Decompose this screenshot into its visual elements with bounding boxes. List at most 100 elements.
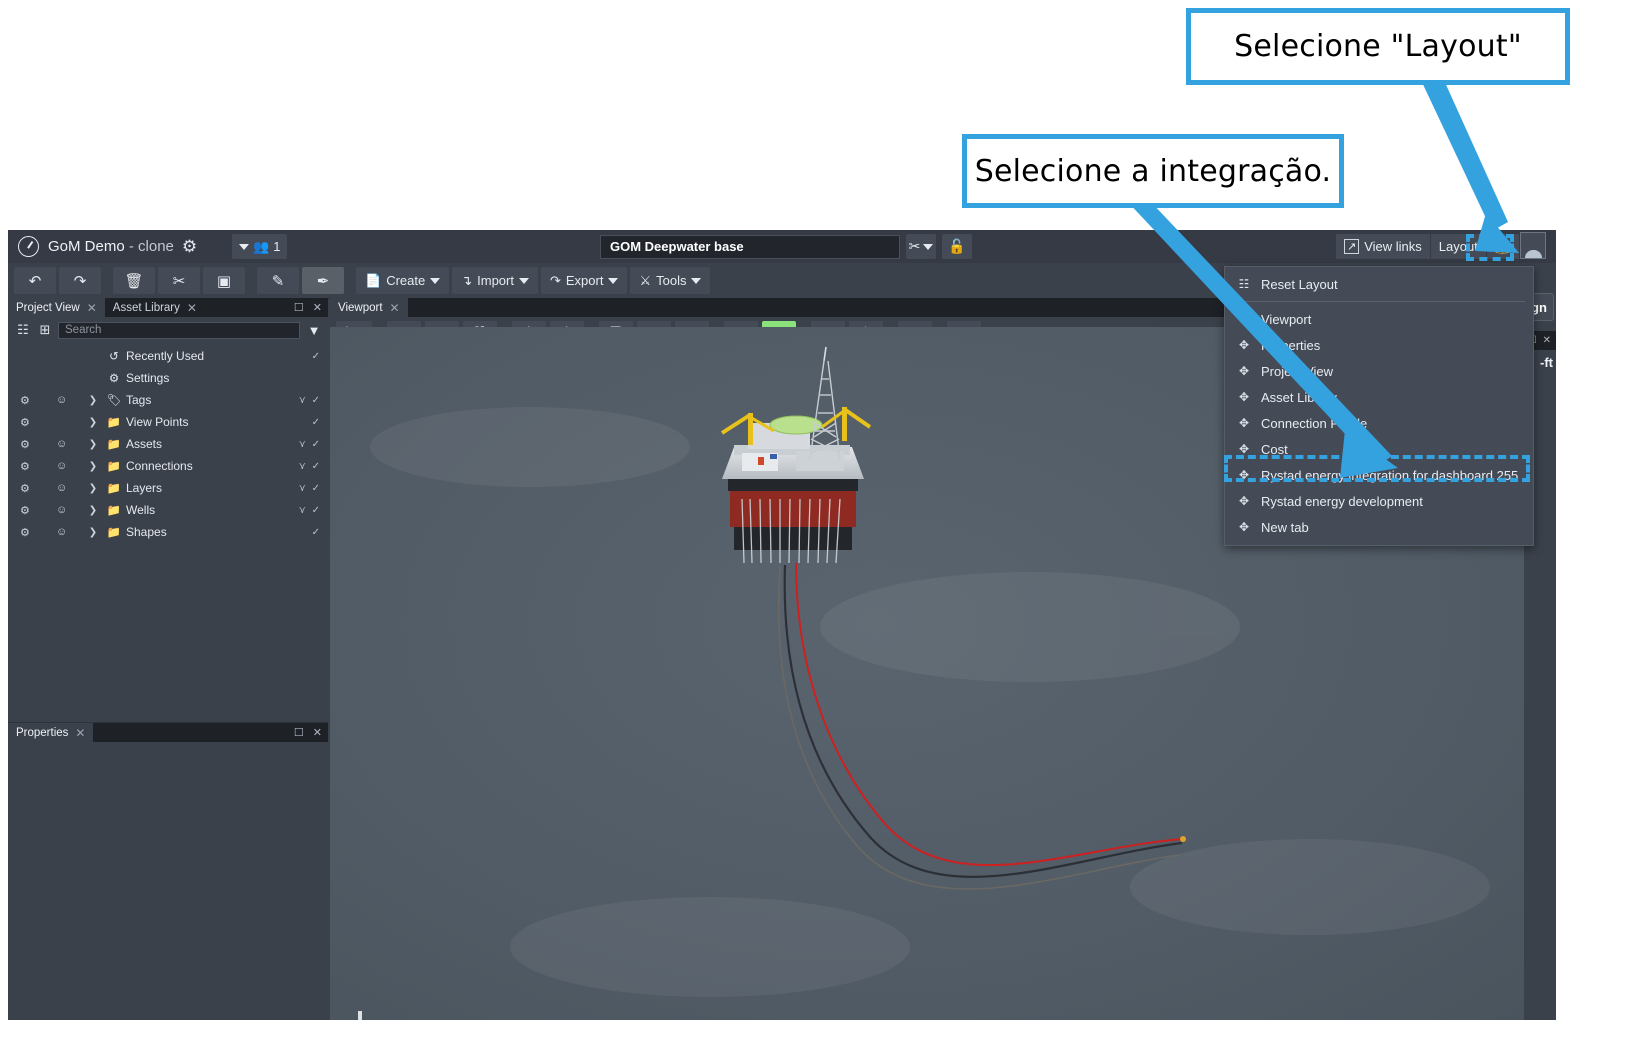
user-visibility-icon[interactable]: ☺: [56, 460, 67, 472]
frame-button[interactable]: ▣: [203, 267, 245, 294]
globe-visibility-icon[interactable]: ⚙: [20, 416, 30, 429]
visibility-check-icon[interactable]: ✓: [312, 461, 320, 472]
titlebar-right-group: ↗ View links Layout 🔔: [1335, 232, 1546, 259]
close-icon[interactable]: ✕: [313, 301, 322, 314]
move-handle-icon: ✥: [1238, 494, 1250, 508]
tab-viewport[interactable]: Viewport ✕: [330, 298, 408, 317]
avatar[interactable]: [1520, 232, 1546, 259]
tree-item-layers[interactable]: ⚙ ☺ ❯ 📁 Layers ⋎ ✓: [8, 477, 328, 499]
tab-asset-library[interactable]: Asset Library ✕: [104, 298, 205, 317]
visibility-check-icon[interactable]: ✓: [312, 483, 320, 494]
people-icon: 👥: [253, 238, 270, 254]
tree-item-tags[interactable]: ⚙ ☺ ❯ 🏷 Tags ⋎ ✓: [8, 389, 328, 411]
expand-all-icon[interactable]: ⋎: [299, 439, 306, 450]
project-tools-button[interactable]: ✂: [906, 234, 936, 259]
menu-item-asset-library[interactable]: ✥ Asset Library: [1225, 384, 1533, 410]
globe-visibility-icon[interactable]: ⚙: [20, 526, 30, 539]
import-button[interactable]: ↴ Import: [452, 267, 538, 294]
tree-item-assets[interactable]: ⚙ ☺ ❯ 📁 Assets ⋎ ✓: [8, 433, 328, 455]
pick-button[interactable]: ✒: [302, 267, 344, 294]
export-label: Export: [565, 273, 604, 288]
compass-logo-icon: [18, 236, 39, 257]
visibility-check-icon[interactable]: ✓: [312, 417, 320, 428]
gear-icon[interactable]: ⚙: [182, 238, 197, 255]
close-icon[interactable]: ✕: [390, 301, 400, 315]
visibility-check-icon[interactable]: ✓: [312, 439, 320, 450]
visibility-check-icon[interactable]: ✓: [312, 351, 320, 362]
redo-button[interactable]: ↷: [59, 267, 101, 294]
chevron-right-icon[interactable]: ❯: [82, 505, 104, 516]
menu-separator: [1233, 301, 1525, 302]
visibility-check-icon[interactable]: ✓: [312, 395, 320, 406]
visibility-check-icon[interactable]: ✓: [312, 505, 320, 516]
menu-item-connection-profile[interactable]: ✥ Connection Profile: [1225, 410, 1533, 436]
chevron-right-icon[interactable]: ❯: [82, 417, 104, 428]
tree-item-settings[interactable]: ⚙ Settings: [8, 367, 328, 389]
add-folder-icon[interactable]: ⊞: [36, 322, 54, 339]
undo-button[interactable]: ↶: [14, 267, 56, 294]
callout-select-layout: Selecione "Layout": [1186, 8, 1570, 85]
tree-item-recently-used[interactable]: ↺ Recently Used ✓: [8, 345, 328, 367]
close-icon[interactable]: ✕: [75, 726, 85, 740]
close-icon[interactable]: ✕: [1543, 335, 1551, 346]
highlight-box-layout-button: [1466, 234, 1514, 261]
cut-button[interactable]: ✂: [158, 267, 200, 294]
collaborators-button[interactable]: 👥 1: [232, 234, 288, 259]
lock-icon: 🔓: [948, 238, 966, 254]
search-input[interactable]: Search: [58, 321, 300, 339]
tools-menu-button[interactable]: ⚔ Tools: [630, 267, 711, 294]
export-button[interactable]: ↷ Export: [540, 267, 628, 294]
globe-visibility-icon[interactable]: ⚙: [20, 394, 30, 407]
globe-visibility-icon[interactable]: ⚙: [20, 460, 30, 473]
menu-item-properties[interactable]: ✥ Properties: [1225, 332, 1533, 358]
menu-item-project-view[interactable]: ✥ Project View: [1225, 358, 1533, 384]
view-links-button[interactable]: ↗ View links: [1335, 234, 1430, 259]
menu-item-reset-layout[interactable]: ☷ Reset Layout: [1225, 271, 1533, 297]
globe-visibility-icon[interactable]: ⚙: [20, 482, 30, 495]
tree-item-wells[interactable]: ⚙ ☺ ❯ 📁 Wells ⋎ ✓: [8, 499, 328, 521]
user-visibility-icon[interactable]: ☺: [56, 504, 67, 516]
tools-label: Tools: [656, 273, 687, 288]
create-button[interactable]: 📄 Create: [356, 267, 450, 294]
visibility-check-icon[interactable]: ✓: [312, 527, 320, 538]
user-visibility-icon[interactable]: ☺: [56, 526, 67, 538]
expand-all-icon[interactable]: ⋎: [299, 505, 306, 516]
collaborator-count: 1: [273, 239, 281, 254]
import-icon: ↴: [461, 272, 473, 288]
chevron-right-icon[interactable]: ❯: [82, 395, 104, 406]
user-visibility-icon[interactable]: ☺: [56, 482, 67, 494]
project-name-field[interactable]: GOM Deepwater base: [600, 234, 900, 259]
chevron-right-icon[interactable]: ❯: [82, 439, 104, 450]
tab-project-view[interactable]: Project View ✕: [8, 298, 105, 317]
user-visibility-icon[interactable]: ☺: [56, 438, 67, 450]
tree-item-view-points[interactable]: ⚙ ❯ 📁 View Points ✓: [8, 411, 328, 433]
chevron-right-icon[interactable]: ❯: [82, 483, 104, 494]
tab-properties[interactable]: Properties ✕: [8, 723, 94, 742]
expand-all-icon[interactable]: ⋎: [299, 395, 306, 406]
globe-visibility-icon[interactable]: ⚙: [20, 504, 30, 517]
chevron-right-icon[interactable]: ❯: [82, 461, 104, 472]
menu-item-label: Viewport: [1261, 311, 1312, 327]
lock-button[interactable]: 🔓: [942, 234, 972, 259]
delete-button[interactable]: 🗑: [113, 267, 155, 294]
maximize-icon[interactable]: ☐: [294, 726, 304, 739]
measure-button[interactable]: ✎: [257, 267, 299, 294]
menu-item-viewport[interactable]: ✥ Viewport: [1225, 306, 1533, 332]
maximize-icon[interactable]: ☐: [294, 301, 304, 314]
tree-item-connections[interactable]: ⚙ ☺ ❯ 📁 Connections ⋎ ✓: [8, 455, 328, 477]
tree-item-shapes[interactable]: ⚙ ☺ ❯ 📁 Shapes ✓: [8, 521, 328, 543]
expand-all-icon[interactable]: ⋎: [299, 483, 306, 494]
menu-item-new-tab[interactable]: ✥ New tab: [1225, 514, 1533, 540]
close-icon[interactable]: ✕: [87, 301, 97, 315]
user-visibility-icon[interactable]: ☺: [56, 394, 67, 406]
tree-view-icon[interactable]: ☷: [14, 322, 32, 339]
filter-icon[interactable]: ▼: [304, 323, 324, 338]
close-icon[interactable]: ✕: [313, 726, 322, 739]
chevron-right-icon[interactable]: ❯: [82, 527, 104, 538]
menu-item-rystad-energy-development[interactable]: ✥ Rystad energy development: [1225, 488, 1533, 514]
globe-visibility-icon[interactable]: ⚙: [20, 438, 30, 451]
close-icon[interactable]: ✕: [187, 301, 197, 315]
expand-all-icon[interactable]: ⋎: [299, 461, 306, 472]
tree-item-label: Layers: [126, 481, 163, 495]
tree-item-label: Connections: [126, 459, 193, 473]
